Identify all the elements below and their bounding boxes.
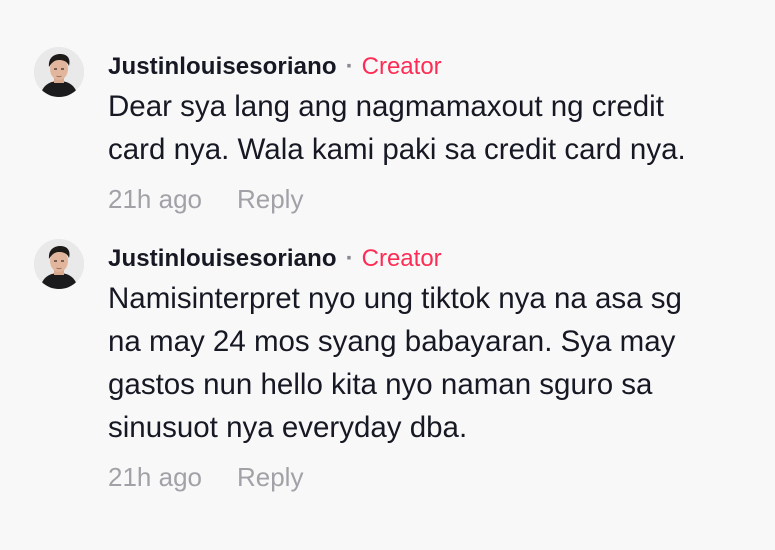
comment-text-line: card nya. Wala kami paki sa credit card … — [108, 133, 686, 166]
comment-body: Justinlouisesoriano · Creator Dear sya l… — [108, 47, 768, 217]
comment-body: Justinlouisesoriano · Creator Namisinter… — [108, 239, 768, 495]
timestamp: 21h ago — [108, 183, 202, 214]
separator-dot: · — [345, 245, 354, 272]
user-avatar-icon — [34, 239, 84, 289]
comment-text-line: Namisinterpret nyo ung tiktok nya na asa… — [108, 282, 682, 315]
username[interactable]: Justinlouisesoriano — [108, 53, 337, 81]
comment-text-line: na may 24 mos syang babayaran. Sya may — [108, 325, 676, 358]
comment-header: Justinlouisesoriano · Creator — [108, 239, 768, 279]
comment-text-line: sinusuot nya everyday dba. — [108, 411, 468, 444]
timestamp: 21h ago — [108, 461, 202, 492]
creator-badge: Creator — [361, 53, 442, 80]
comment-header: Justinlouisesoriano · Creator — [108, 47, 768, 87]
comment-text-line: Dear sya lang ang nagmamaxout ng credit — [108, 90, 664, 123]
creator-badge: Creator — [361, 245, 442, 272]
separator-dot: · — [345, 53, 354, 80]
comment-meta: 21h ago Reply — [108, 459, 768, 495]
comment-thread: Justinlouisesoriano · Creator Dear sya l… — [0, 0, 775, 550]
comment-text: Namisinterpret nyo ung tiktok nya na asa… — [108, 277, 768, 449]
avatar[interactable] — [34, 47, 84, 97]
reply-button[interactable]: Reply — [237, 462, 303, 493]
user-avatar-icon — [34, 47, 84, 97]
reply-button[interactable]: Reply — [237, 184, 303, 215]
comment-meta: 21h ago Reply — [108, 181, 768, 217]
username[interactable]: Justinlouisesoriano — [108, 245, 337, 273]
comment-text: Dear sya lang ang nagmamaxout ng credit … — [108, 85, 768, 171]
comment-text-line: gastos nun hello kita nyo naman sguro sa — [108, 368, 653, 401]
avatar[interactable] — [34, 239, 84, 289]
